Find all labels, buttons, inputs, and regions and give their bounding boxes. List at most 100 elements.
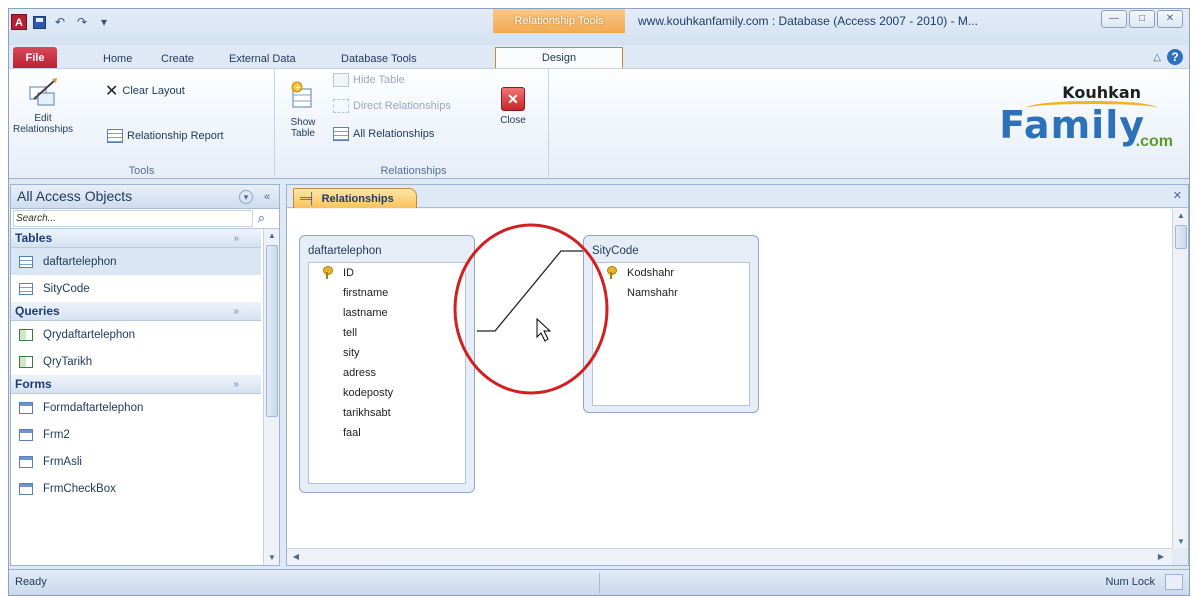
direct-relationships-button[interactable]: Direct Relationships: [333, 99, 451, 113]
canvas-horizontal-scrollbar[interactable]: ◀ ▶: [287, 548, 1172, 565]
nav-search-bar: Search... ⌕: [11, 209, 279, 229]
customize-qat-icon[interactable]: ▾: [96, 14, 112, 30]
nav-item-sitycode[interactable]: SityCode: [11, 275, 261, 302]
nav-item-label: FrmCheckBox: [43, 482, 116, 495]
nav-title[interactable]: All Access Objects: [17, 188, 132, 204]
edit-relationships-button[interactable]: Edit Relationships: [11, 77, 75, 135]
tools-group: Edit Relationships ✕ Clear Layout Relati…: [9, 69, 275, 179]
status-divider: [599, 573, 600, 593]
nav-group-label: Tables: [15, 231, 53, 245]
all-relationships-button[interactable]: All Relationships: [333, 127, 434, 141]
scroll-up-icon[interactable]: ▲: [265, 229, 279, 243]
nav-item-frmasli[interactable]: FrmAsli: [11, 448, 261, 475]
form-icon: [19, 455, 33, 468]
all-relationships-icon: [333, 127, 349, 141]
scroll-left-icon[interactable]: ◀: [289, 550, 303, 564]
tab-home[interactable]: Home: [97, 49, 138, 69]
scroll-up-icon[interactable]: ▲: [1174, 209, 1188, 223]
nav-item-daftartelephon[interactable]: daftartelephon: [11, 248, 261, 275]
nav-item-formdaftartelephon[interactable]: Formdaftartelephon: [11, 394, 261, 421]
logo-top-text: Kouhkan: [1062, 83, 1141, 102]
nav-item-label: QryTarikh: [43, 355, 93, 368]
scroll-corner: [1172, 548, 1188, 565]
ribbon-tab-row: File Home Create External Data Database …: [9, 45, 1189, 69]
tab-design[interactable]: Design: [495, 47, 623, 69]
nav-group-label: Forms: [15, 377, 52, 391]
relationships-canvas[interactable]: daftartelephon ID firstname lastname tel…: [287, 209, 1172, 549]
collapse-chevron-icon: »: [233, 233, 239, 244]
nav-menu-icon[interactable]: ▾: [239, 190, 253, 204]
nav-scrollbar[interactable]: ▲ ▼: [263, 229, 279, 565]
quick-access-toolbar: A ↶ ↷ ▾: [11, 13, 112, 31]
nav-group-tables[interactable]: Tables »: [11, 229, 261, 248]
table-icon: [19, 255, 33, 268]
relationships-group-label: Relationships: [380, 165, 447, 177]
clear-layout-label: Clear Layout: [122, 85, 185, 97]
tab-file[interactable]: File: [13, 47, 57, 69]
relationship-report-button[interactable]: Relationship Report: [107, 129, 224, 143]
nav-item-label: Formdaftartelephon: [43, 401, 144, 414]
scroll-down-icon[interactable]: ▼: [265, 551, 279, 565]
nav-item-frmcheckbox[interactable]: FrmCheckBox: [11, 475, 261, 502]
query-icon: [19, 328, 33, 341]
edit-relationships-icon: [26, 77, 60, 109]
collapse-chevron-icon: »: [233, 306, 239, 317]
edit-relationships-label: Edit Relationships: [12, 113, 74, 135]
kouhkan-family-logo: Kouhkan Family .com: [999, 81, 1175, 169]
nav-group-label: Queries: [15, 304, 60, 318]
minimize-button[interactable]: —: [1101, 10, 1127, 28]
direct-relationships-label: Direct Relationships: [353, 100, 451, 112]
highlight-circle: [453, 223, 609, 395]
canvas-vscroll-thumb[interactable]: [1175, 225, 1187, 249]
tab-external-data[interactable]: External Data: [223, 49, 302, 69]
nav-item-label: Frm2: [43, 428, 70, 441]
nav-item-frm2[interactable]: Frm2: [11, 421, 261, 448]
nav-item-label: Qrydaftartelephon: [43, 328, 136, 341]
close-relationships-button[interactable]: ✕ Close: [493, 87, 533, 126]
show-table-label: Show Table: [290, 117, 316, 139]
relationships-icon: ═╡: [300, 192, 316, 205]
clear-layout-button[interactable]: ✕ Clear Layout: [105, 81, 185, 101]
close-window-button[interactable]: ✕: [1157, 10, 1183, 28]
relationships-document-tab[interactable]: ═╡ Relationships: [293, 188, 417, 208]
nav-item-qrytarikh[interactable]: QryTarikh: [11, 348, 261, 375]
window-title: www.kouhkanfamily.com : Database (Access…: [638, 14, 978, 28]
close-document-icon[interactable]: ✕: [1173, 189, 1182, 202]
maximize-button[interactable]: □: [1129, 10, 1155, 28]
title-bar: A ↶ ↷ ▾ Relationship Tools www.kouhkanfa…: [9, 9, 1189, 45]
show-table-icon: +: [289, 81, 317, 113]
help-icon[interactable]: ?: [1167, 49, 1183, 65]
nav-item-label: daftartelephon: [43, 255, 117, 268]
scroll-down-icon[interactable]: ▼: [1174, 535, 1188, 549]
search-icon[interactable]: ⌕: [258, 210, 265, 226]
save-icon[interactable]: [33, 15, 46, 29]
nav-scroll-thumb[interactable]: [266, 245, 278, 417]
tab-create[interactable]: Create: [155, 49, 200, 69]
svg-text:+: +: [294, 83, 302, 93]
undo-icon[interactable]: ↶: [52, 14, 68, 30]
nav-search-input[interactable]: Search...: [13, 210, 253, 227]
minimize-ribbon-icon[interactable]: △: [1153, 52, 1161, 63]
access-window: A ↶ ↷ ▾ Relationship Tools www.kouhkanfa…: [8, 8, 1190, 596]
form-icon: [19, 482, 33, 495]
close-label: Close: [500, 115, 526, 126]
scroll-right-icon[interactable]: ▶: [1154, 550, 1168, 564]
nav-group-forms[interactable]: Forms »: [11, 375, 261, 394]
collapse-chevron-icon: »: [233, 379, 239, 390]
nav-group-queries[interactable]: Queries »: [11, 302, 261, 321]
tab-database-tools[interactable]: Database Tools: [335, 49, 423, 69]
close-icon: ✕: [501, 87, 525, 111]
all-relationships-label: All Relationships: [353, 128, 435, 140]
nav-header[interactable]: All Access Objects ▾ «: [11, 185, 279, 209]
access-app-icon[interactable]: A: [11, 14, 27, 30]
nav-object-list: Tables » daftartelephon SityCode Queries…: [11, 229, 261, 565]
redo-icon[interactable]: ↷: [74, 14, 90, 30]
hide-table-button[interactable]: Hide Table: [333, 73, 405, 87]
canvas-vertical-scrollbar[interactable]: ▲ ▼: [1172, 209, 1188, 549]
show-table-button[interactable]: + Show Table: [283, 81, 323, 139]
relationship-overlay: [453, 223, 609, 395]
relationship-join-line[interactable]: [477, 250, 583, 332]
nav-item-qrydaftartelephon[interactable]: Qrydaftartelephon: [11, 321, 261, 348]
design-view-icon[interactable]: [1165, 574, 1183, 590]
shutter-bar-close-icon[interactable]: «: [259, 189, 275, 205]
